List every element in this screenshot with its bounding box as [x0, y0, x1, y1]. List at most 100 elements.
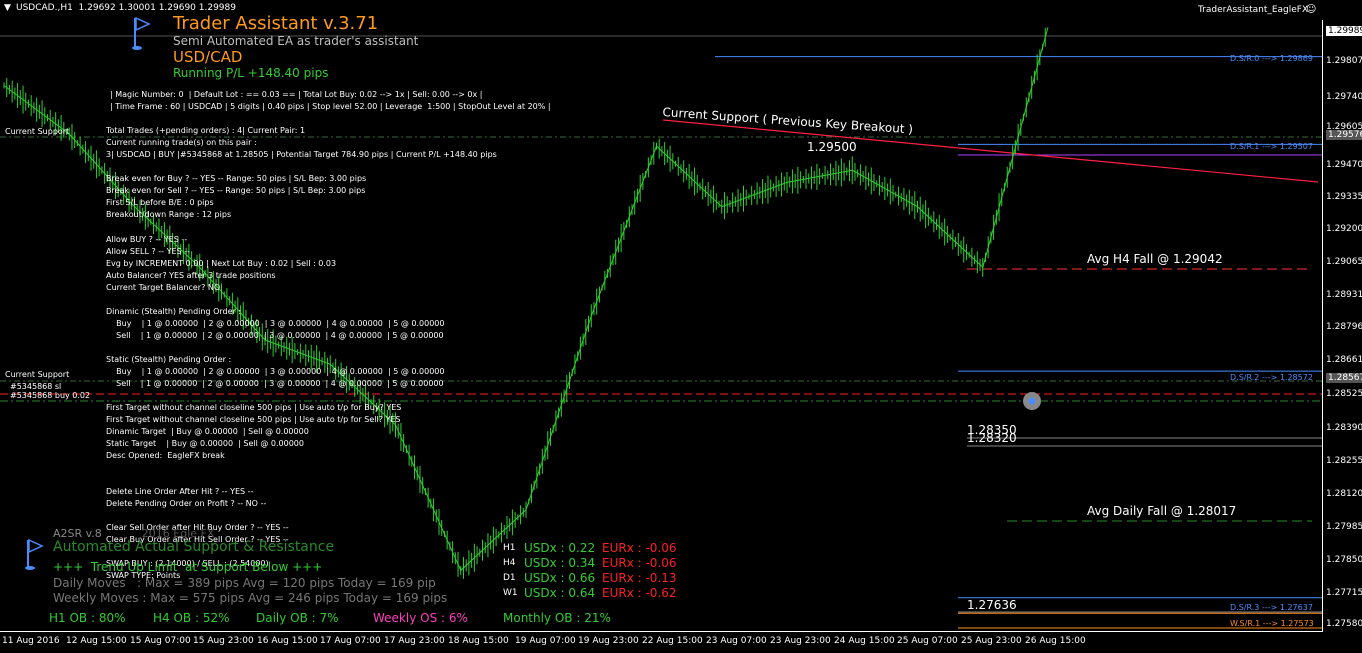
- sr-label: D.S/R.1 ---> 1.29507: [1230, 142, 1313, 151]
- info-line: Evg by INCREMENT 0.00 | Next Lot Buy : 0…: [106, 259, 337, 268]
- order-sl-label: #5345868 sl: [10, 382, 62, 391]
- timeframe-label: W1: [503, 588, 518, 598]
- price-tick: 1.28796: [1326, 322, 1362, 332]
- info-line: Static Target | Buy @ 0.00000 | Sell @ 0…: [106, 439, 304, 448]
- price-axis[interactable]: 1.29989 1.29807 1.29740 1.29605 1.29576 1.294…: [1322, 20, 1362, 632]
- eur-strength: EURx : -0.06: [602, 541, 677, 555]
- ea-subtitle: Semi Automated EA as trader's assistant: [173, 34, 419, 48]
- sr-label: D.S/R.3 ---> 1.27637: [1230, 603, 1313, 612]
- usd-strength: USDx : 0.34: [524, 556, 596, 570]
- ea-title: Trader Assistant v.3.71: [173, 13, 379, 34]
- time-axis[interactable]: 11 Aug 2016 12 Aug 15:00 15 Aug 07:00 15 Au…: [0, 631, 1322, 653]
- ob-os-label: Monthly OB : 21%: [503, 611, 611, 625]
- daily-moves: Daily Moves : Max = 389 pips Avg = 120 p…: [53, 576, 436, 590]
- info-line: Auto Balancer? YES after 3 trade positio…: [106, 271, 276, 280]
- price-tick: 1.28255: [1326, 456, 1362, 466]
- flag-icon: [131, 16, 153, 56]
- level-label: 1.27636: [967, 598, 1017, 612]
- a2sr-subtitle: Automated Actual Support & Resistance: [53, 539, 335, 555]
- symbol-info: USDCAD.,H1 1.29692 1.30001 1.29690 1.299…: [16, 3, 236, 13]
- flag-icon: [24, 538, 46, 578]
- info-line: Break even for Sell ? -- YES -- Range: 5…: [106, 186, 366, 195]
- time-tick: 23 Aug 23:00: [770, 636, 831, 646]
- ob-os-label: H1 OB : 80%: [49, 611, 126, 625]
- info-line: Delete Pending Order on Profit ? -- NO -…: [106, 499, 267, 508]
- time-tick: 25 Aug 23:00: [961, 636, 1022, 646]
- time-tick: 24 Aug 15:00: [834, 636, 895, 646]
- ea-name: TraderAssistant_EagleFX: [1198, 5, 1309, 15]
- price-tick: 1.29807: [1326, 56, 1362, 66]
- time-tick: 17 Aug 07:00: [320, 636, 381, 646]
- price-tick: 1.29989: [1326, 26, 1362, 36]
- price-tick: 1.29200: [1326, 224, 1362, 234]
- order-marker: [1028, 397, 1036, 405]
- level-label: 1.28320: [967, 431, 1017, 445]
- time-tick: 25 Aug 07:00: [897, 636, 958, 646]
- info-line: | Magic Number: 0 | Default Lot : == 0.0…: [110, 90, 483, 99]
- info-line: Breakout/down Range : 12 pips: [106, 210, 232, 219]
- chart-menu-icon[interactable]: ▼: [4, 4, 11, 13]
- price-tick: 1.29740: [1326, 92, 1362, 102]
- time-tick: 19 Aug 07:00: [515, 636, 576, 646]
- sr-label: D.S/R.0 ---> 1.29869: [1230, 54, 1313, 63]
- price-tick: 1.28567: [1326, 373, 1362, 383]
- timeframe-label: D1: [503, 573, 516, 583]
- price-tick: 1.29065: [1326, 257, 1362, 267]
- info-line: Desc Opened: EagleFX break: [106, 451, 225, 460]
- info-line: Buy | 1 @ 0.00000 | 2 @ 0.00000 | 3 @ 0.…: [106, 367, 445, 376]
- ob-os-label: Daily OB : 7%: [256, 611, 339, 625]
- running-pl: Running P/L +148.40 pips: [173, 66, 329, 80]
- time-tick: 17 Aug 23:00: [384, 636, 445, 646]
- usd-strength: USDx : 0.64: [524, 586, 596, 600]
- price-tick: 1.28390: [1326, 423, 1362, 433]
- order-buy-label: #5345868 buy 0.02: [10, 391, 91, 400]
- info-line: Delete Line Order After Hit ? -- YES --: [106, 487, 254, 496]
- info-line: Static (Stealth) Pending Order :: [106, 355, 232, 364]
- timeframe-label: H1: [503, 543, 516, 553]
- price-tick: 1.28661: [1326, 355, 1362, 365]
- time-tick: 16 Aug 15:00: [257, 636, 318, 646]
- price-tick: 1.29335: [1326, 192, 1362, 202]
- chart-window[interactable]: ▼ USDCAD.,H1 1.29692 1.30001 1.29690 1.2…: [0, 0, 1362, 652]
- usd-strength: USDx : 0.22: [524, 541, 596, 555]
- usd-strength: USDx : 0.66: [524, 571, 596, 585]
- price-tick: 1.27715: [1326, 588, 1362, 598]
- price-tick: 1.28931: [1326, 290, 1362, 300]
- price-tick: 1.27985: [1326, 522, 1362, 532]
- trend-label: +++ Trend Up Limit at Support Below +++: [53, 560, 323, 574]
- info-line: | Time Frame : 60 | USDCAD | 5 digits | …: [110, 102, 551, 111]
- ob-os-label: Weekly OS : 6%: [373, 611, 468, 625]
- current-support-label: Current Support: [5, 127, 70, 136]
- weekly-moves: Weekly Moves : Max = 575 pips Avg = 246 …: [53, 591, 448, 605]
- time-tick: 19 Aug 23:00: [578, 636, 639, 646]
- info-line: Break even for Buy ? -- YES -- Range: 50…: [106, 174, 367, 183]
- eur-strength: EURx : -0.13: [602, 571, 677, 585]
- info-line: Dinamic (Stealth) Pending Order :: [106, 307, 242, 316]
- price-tick: 1.29470: [1326, 160, 1362, 170]
- info-line: First Target without channel closeline 5…: [106, 415, 401, 424]
- time-tick: 12 Aug 15:00: [66, 636, 127, 646]
- avg-h4-fall-label: Avg H4 Fall @ 1.29042: [1087, 252, 1223, 266]
- a2sr-title: A2SR v.8 2016 Egle FX: [53, 527, 215, 540]
- time-tick: 26 Aug 15:00: [1025, 636, 1086, 646]
- info-line: Sell | 1 @ 0.00000 | 2 @ 0.00000 | 3 @ 0…: [106, 331, 444, 340]
- info-line: 3| USDCAD | BUY |#5345868 at 1.28505 | P…: [106, 150, 497, 159]
- price-tick: 1.29576: [1326, 130, 1362, 140]
- info-line: First Target without channel closeline 5…: [106, 403, 402, 412]
- time-tick: 15 Aug 23:00: [193, 636, 254, 646]
- ob-os-label: H4 OB : 52%: [153, 611, 230, 625]
- time-tick: 22 Aug 15:00: [642, 636, 703, 646]
- avg-daily-fall-label: Avg Daily Fall @ 1.28017: [1087, 504, 1237, 518]
- info-line: Current Target Balancer? NO: [106, 283, 221, 292]
- info-line: Dinamic Target | Buy @ 0.00000 | Sell @ …: [106, 427, 309, 436]
- info-line: Buy | 1 @ 0.00000 | 2 @ 0.00000 | 3 @ 0.…: [106, 319, 445, 328]
- time-tick: 11 Aug 2016: [2, 636, 60, 646]
- info-line: Allow SELL ? -- YES --: [106, 247, 190, 256]
- time-tick: 15 Aug 07:00: [130, 636, 191, 646]
- time-tick: 23 Aug 07:00: [706, 636, 767, 646]
- info-line: Sell | 1 @ 0.00000 | 2 @ 0.00000 | 3 @ 0…: [106, 379, 444, 388]
- eur-strength: EURx : -0.06: [602, 556, 677, 570]
- eur-strength: EURx : -0.62: [602, 586, 677, 600]
- info-line: Allow BUY ? -- YES --: [106, 235, 188, 244]
- info-line: Current running trade(s) on this pair :: [106, 138, 257, 147]
